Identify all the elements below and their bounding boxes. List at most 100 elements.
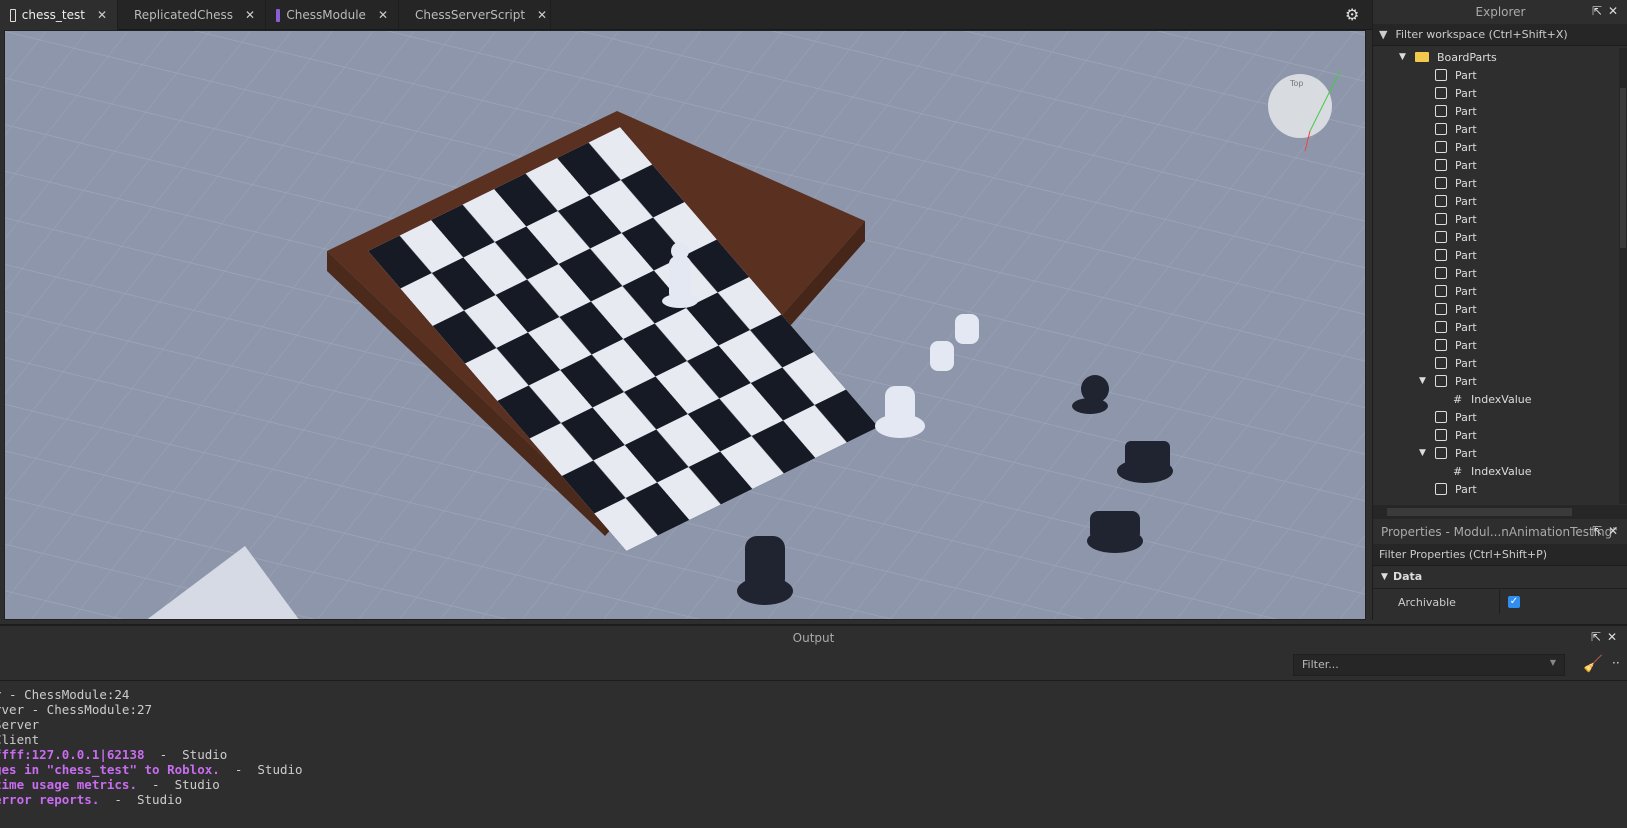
folder-icon: [1415, 52, 1429, 62]
tree-item-label: Part: [1455, 194, 1477, 208]
scene: Top: [5, 31, 1365, 619]
explorer-filter-input[interactable]: ▼ Filter workspace (Ctrl+Shift+X): [1373, 24, 1627, 46]
undock-close-icons[interactable]: ⇱✕: [1591, 630, 1623, 644]
tree-item[interactable]: Part: [1373, 102, 1618, 120]
tree-item[interactable]: Part: [1373, 480, 1618, 498]
output-message: ffff:127.0.0.1|62138: [0, 747, 145, 762]
tab-chess-module[interactable]: ChessModule ✕: [266, 0, 399, 30]
tree-item[interactable]: ▼ Part: [1373, 444, 1618, 462]
tab-chess-server-script[interactable]: ChessServerScript ✕: [399, 0, 551, 30]
expand-arrow-icon[interactable]: ▼: [1419, 448, 1435, 458]
int-value-icon: #: [1453, 464, 1463, 478]
tree-item[interactable]: Part: [1373, 426, 1618, 444]
tree-item-label: Part: [1455, 68, 1477, 82]
tree-item[interactable]: # IndexValue: [1373, 462, 1618, 480]
undock-close-icons[interactable]: ⇱✕: [1592, 524, 1624, 538]
part-cube-icon: [1435, 429, 1447, 441]
tree-item[interactable]: Part: [1373, 174, 1618, 192]
tree-item-label: Part: [1455, 86, 1477, 100]
filter-placeholder: Filter...: [1302, 658, 1339, 671]
tree-item[interactable]: ▼ BoardParts: [1373, 48, 1618, 66]
close-icon[interactable]: ✕: [537, 8, 547, 22]
3d-viewport[interactable]: Top: [4, 30, 1366, 620]
tab-chess-test[interactable]: chess_test ✕: [0, 0, 118, 30]
tree-item-label: Part: [1455, 122, 1477, 136]
output-source: - Studio: [99, 792, 183, 807]
undock-close-icons[interactable]: ⇱✕: [1592, 4, 1624, 18]
property-archivable: Archivable ✓: [1373, 590, 1627, 614]
more-icon[interactable]: ··: [1612, 656, 1620, 670]
property-name: Archivable: [1373, 590, 1500, 614]
tree-item[interactable]: Part: [1373, 318, 1618, 336]
tree-item[interactable]: Part: [1373, 246, 1618, 264]
filter-placeholder: Filter workspace (Ctrl+Shift+X): [1395, 28, 1568, 41]
tree-item[interactable]: Part: [1373, 300, 1618, 318]
clear-output-icon[interactable]: 🧹: [1583, 654, 1603, 673]
part-cube-icon: [1435, 321, 1447, 333]
close-icon[interactable]: ✕: [97, 8, 107, 22]
filter-placeholder: Filter Properties (Ctrl+Shift+P): [1379, 548, 1548, 561]
tree-item[interactable]: Part: [1373, 192, 1618, 210]
archivable-checkbox[interactable]: ✓: [1508, 596, 1520, 608]
close-icon[interactable]: ✕: [245, 8, 255, 22]
tree-item[interactable]: Part: [1373, 354, 1618, 372]
properties-filter-input[interactable]: Filter Properties (Ctrl+Shift+P): [1373, 544, 1627, 566]
part-cube-icon: [1435, 141, 1447, 153]
tab-label: ReplicatedChess: [134, 8, 233, 22]
output-filter-input[interactable]: Filter... ▼: [1293, 654, 1565, 676]
tree-item[interactable]: Part: [1373, 66, 1618, 84]
output-source: - Studio: [137, 777, 220, 792]
output-message: Server: [0, 717, 40, 732]
explorer-header: Explorer ⇱✕: [1373, 0, 1627, 24]
explorer-title: Explorer: [1475, 5, 1526, 19]
category-data[interactable]: ▼ Data: [1373, 565, 1627, 589]
tree-item-label: Part: [1455, 212, 1477, 226]
output-line: rver - ChessModule:27: [0, 702, 1627, 717]
tree-item-label: Part: [1455, 230, 1477, 244]
tree-item-label: Part: [1455, 302, 1477, 316]
tree-item-label: Part: [1455, 338, 1477, 352]
tree-item[interactable]: Part: [1373, 120, 1618, 138]
tree-item[interactable]: Part: [1373, 228, 1618, 246]
explorer-tree: ▼ BoardParts Part Part Part Part Part Part Part P…: [1373, 48, 1618, 504]
module-script-icon: [276, 8, 281, 22]
tree-item[interactable]: # IndexValue: [1373, 390, 1618, 408]
tree-item-label: Part: [1455, 320, 1477, 334]
tree-item-label: Part: [1455, 482, 1477, 496]
part-cube-icon: [1435, 87, 1447, 99]
output-line: Client: [0, 732, 1627, 747]
tree-item[interactable]: Part: [1373, 156, 1618, 174]
tree-item[interactable]: Part: [1373, 210, 1618, 228]
horizontal-scrollbar[interactable]: [1373, 505, 1627, 519]
expand-arrow-icon[interactable]: ▼: [1419, 376, 1435, 386]
tab-replicated-chess[interactable]: ReplicatedChess ✕: [118, 0, 266, 30]
tree-item-label: Part: [1455, 428, 1477, 442]
output-message: ges in "chess_test" to Roblox.: [0, 762, 220, 777]
tree-item[interactable]: Part: [1373, 84, 1618, 102]
tree-item[interactable]: Part: [1373, 408, 1618, 426]
part-cube-icon: [1435, 411, 1447, 423]
tree-item-label: Part: [1455, 410, 1477, 424]
tree-item[interactable]: Part: [1373, 138, 1618, 156]
vertical-scrollbar[interactable]: [1619, 48, 1627, 504]
int-value-icon: #: [1453, 392, 1463, 406]
part-cube-icon: [1435, 105, 1447, 117]
output-line: Server: [0, 717, 1627, 732]
output-line: ffff:127.0.0.1|62138 - Studio: [0, 747, 1627, 762]
tree-item[interactable]: ▼ Part: [1373, 372, 1618, 390]
chevron-down-icon[interactable]: ▼: [1550, 658, 1556, 667]
part-cube-icon: [1435, 231, 1447, 243]
output-message: error reports.: [0, 792, 100, 807]
close-icon[interactable]: ✕: [378, 8, 388, 22]
tree-item[interactable]: Part: [1373, 282, 1618, 300]
output-title: Output: [792, 631, 835, 645]
part-cube-icon: [1435, 357, 1447, 369]
gear-icon[interactable]: ⚙: [1345, 5, 1359, 24]
expand-arrow-icon[interactable]: ▼: [1399, 52, 1415, 62]
tree-item[interactable]: Part: [1373, 264, 1618, 282]
expand-arrow-icon: ▼: [1381, 571, 1388, 582]
tree-item-label: Part: [1455, 356, 1477, 370]
tree-item[interactable]: Part: [1373, 336, 1618, 354]
tree-item-label: Part: [1455, 104, 1477, 118]
tree-item-label: Part: [1455, 248, 1477, 262]
